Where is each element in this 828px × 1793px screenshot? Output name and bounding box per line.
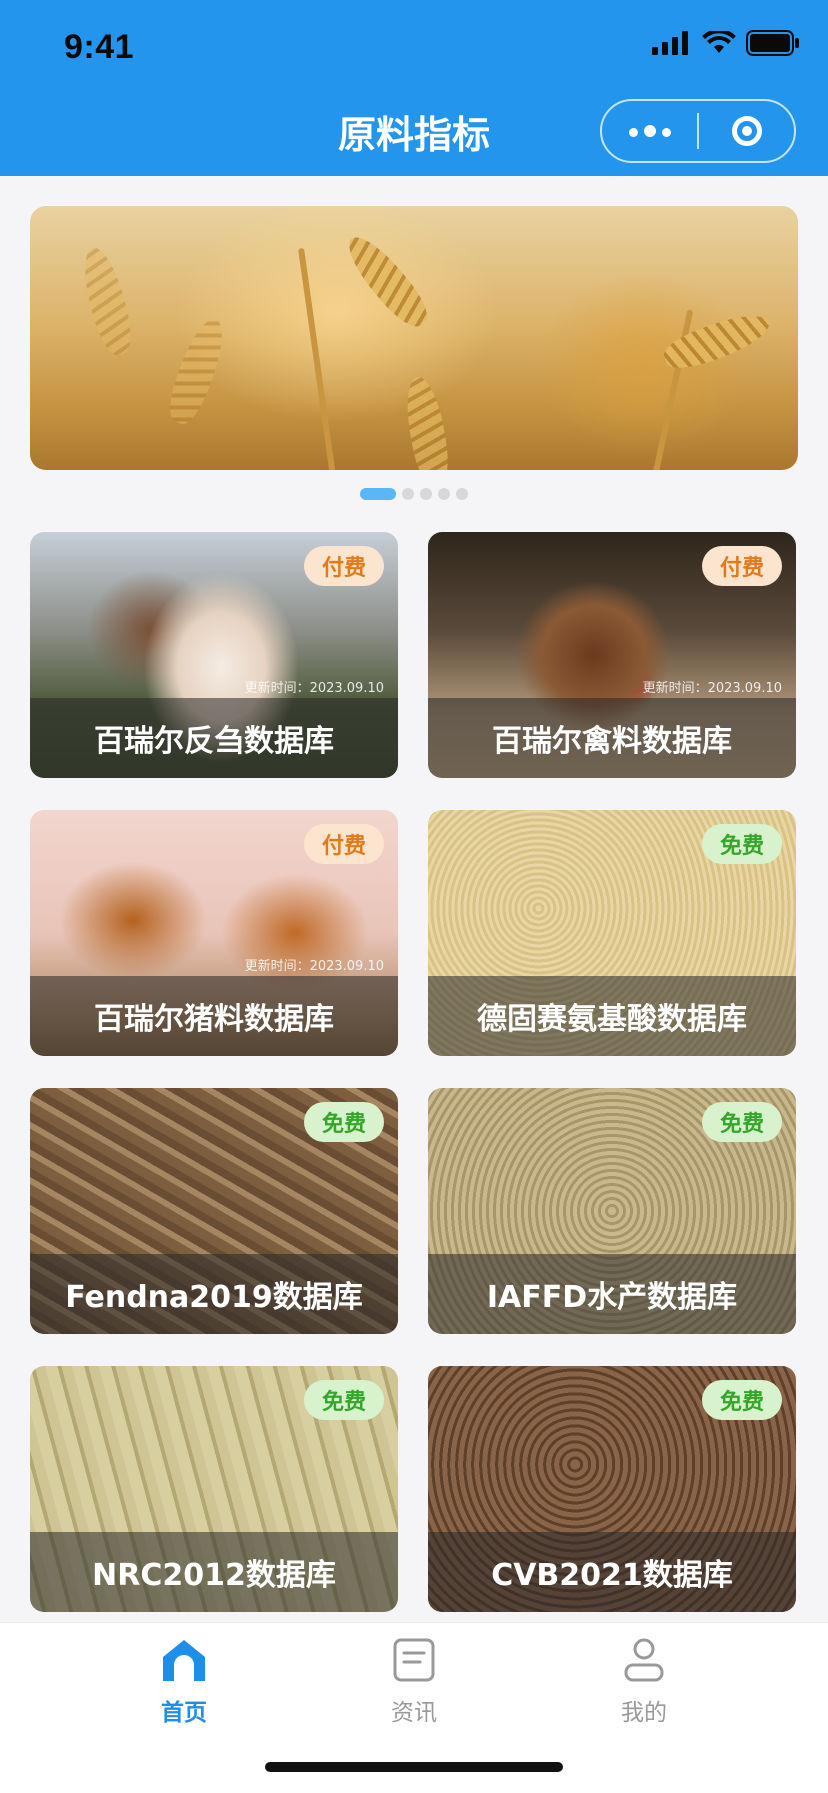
card-title: 百瑞尔禽料数据库 <box>428 698 796 778</box>
profile-icon <box>624 1638 664 1682</box>
free-badge: 免费 <box>303 1102 384 1142</box>
paid-badge: 付费 <box>303 824 384 864</box>
carousel-indicators <box>0 488 828 500</box>
header: 9:41 原料指标 <box>0 0 828 176</box>
free-badge: 免费 <box>701 1102 782 1142</box>
close-program-button[interactable] <box>699 101 794 161</box>
card-title: CVB2021数据库 <box>428 1532 796 1612</box>
card-title: NRC2012数据库 <box>30 1532 398 1612</box>
wheat-ear <box>76 243 138 359</box>
home-indicator <box>265 1762 563 1772</box>
more-dots-icon <box>626 122 674 141</box>
more-button[interactable] <box>602 101 697 161</box>
mini-program-capsule <box>600 99 796 163</box>
database-card-amino-acid[interactable]: 免费 德固赛氨基酸数据库 <box>428 810 796 1056</box>
indicator-dot[interactable] <box>420 488 432 500</box>
update-time: 更新时间：2023.09.10 <box>642 681 782 696</box>
card-title: 百瑞尔猪料数据库 <box>30 976 398 1056</box>
database-card-cvb[interactable]: 免费 CVB2021数据库 <box>428 1366 796 1612</box>
database-card-nrc[interactable]: 免费 NRC2012数据库 <box>30 1366 398 1612</box>
paid-badge: 付费 <box>701 546 782 586</box>
wheat-ear <box>400 373 454 470</box>
free-badge: 免费 <box>303 1380 384 1420</box>
update-time: 更新时间：2023.09.10 <box>244 959 384 974</box>
indicator-dot[interactable] <box>402 488 414 500</box>
tab-home[interactable]: 首页 <box>124 1637 244 1727</box>
status-time: 9:41 <box>64 28 135 66</box>
database-card-swine[interactable]: 付费 更新时间：2023.09.10 百瑞尔猪料数据库 <box>30 810 398 1056</box>
card-title: 德固赛氨基酸数据库 <box>428 976 796 1056</box>
wheat-stalk <box>298 247 336 470</box>
card-title: 百瑞尔反刍数据库 <box>30 698 398 778</box>
wheat-ear <box>338 227 436 335</box>
paid-badge: 付费 <box>303 546 384 586</box>
indicator-dot[interactable] <box>438 488 450 500</box>
indicator-dot[interactable] <box>360 488 396 500</box>
update-time: 更新时间：2023.09.10 <box>244 681 384 696</box>
wheat-ear <box>659 306 775 376</box>
tab-label: 首页 <box>161 1700 207 1726</box>
database-card-poultry[interactable]: 付费 更新时间：2023.09.10 百瑞尔禽料数据库 <box>428 532 796 778</box>
home-icon <box>163 1640 205 1681</box>
free-badge: 免费 <box>701 824 782 864</box>
signal-icon <box>652 31 688 55</box>
database-card-fendna[interactable]: 免费 Fendna2019数据库 <box>30 1088 398 1334</box>
target-icon <box>731 116 762 146</box>
card-title: Fendna2019数据库 <box>30 1254 398 1334</box>
database-card-ruminant[interactable]: 付费 更新时间：2023.09.10 百瑞尔反刍数据库 <box>30 532 398 778</box>
tab-news[interactable]: 资讯 <box>354 1637 474 1727</box>
news-icon <box>393 1638 435 1682</box>
wifi-icon <box>702 31 736 53</box>
database-card-iaffd[interactable]: 免费 IAFFD水产数据库 <box>428 1088 796 1334</box>
indicator-dot[interactable] <box>456 488 468 500</box>
card-title: IAFFD水产数据库 <box>428 1254 796 1334</box>
free-badge: 免费 <box>701 1380 782 1420</box>
tab-profile[interactable]: 我的 <box>584 1637 704 1727</box>
wheat-ear <box>162 313 232 429</box>
banner-carousel[interactable] <box>30 206 798 470</box>
tab-label: 资讯 <box>391 1700 437 1726</box>
status-icons <box>652 30 800 56</box>
battery-icon <box>746 30 799 56</box>
tab-label: 我的 <box>621 1700 667 1726</box>
